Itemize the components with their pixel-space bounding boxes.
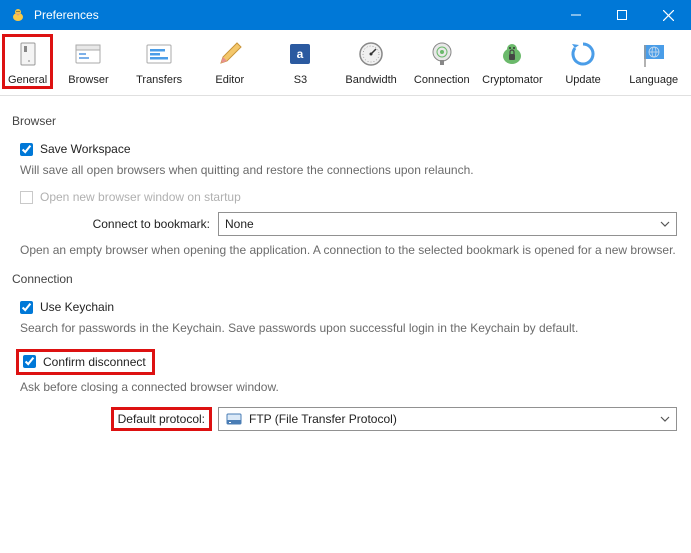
tab-editor[interactable]: Editor [194,34,265,89]
close-button[interactable] [645,0,691,30]
use-keychain-label: Use Keychain [40,300,114,314]
tab-browser[interactable]: Browser [53,34,124,89]
connect-bookmark-select[interactable]: None [218,212,677,236]
tab-update[interactable]: Update [548,34,619,89]
save-workspace-desc: Will save all open browsers when quittin… [20,162,681,178]
tab-label: Update [565,74,600,86]
tab-cryptomator[interactable]: Cryptomator [477,34,548,89]
bandwidth-icon [355,38,387,70]
confirm-disconnect-label: Confirm disconnect [43,355,146,369]
content-area: Browser Save Workspace Will save all ope… [0,96,691,431]
tab-label: General [8,74,47,86]
minimize-button[interactable] [553,0,599,30]
confirm-disconnect-highlight: Confirm disconnect [16,349,155,375]
chevron-down-icon [660,416,670,422]
open-new-browser-checkbox [20,191,33,204]
tab-label: S3 [294,74,307,86]
window-title: Preferences [34,8,553,22]
confirm-disconnect-checkbox[interactable] [23,355,36,368]
tab-s3[interactable]: a S3 [265,34,336,89]
tab-general[interactable]: General [2,34,53,89]
tab-label: Language [629,74,678,86]
svg-text:a: a [297,47,304,61]
transfers-icon [143,38,175,70]
use-keychain-desc: Search for passwords in the Keychain. Sa… [20,320,681,336]
save-workspace-label: Save Workspace [40,142,131,156]
section-browser-heading: Browser [12,114,681,128]
update-icon [567,38,599,70]
tab-label: Transfers [136,74,182,86]
save-workspace-row: Save Workspace [20,142,681,156]
default-protocol-label: Default protocol: [118,412,205,426]
connection-icon [426,38,458,70]
tab-bandwidth[interactable]: Bandwidth [336,34,407,89]
tab-label: Browser [68,74,108,86]
use-keychain-row: Use Keychain [20,300,681,314]
tab-label: Connection [414,74,470,86]
chevron-down-icon [660,221,670,227]
tab-label: Bandwidth [345,74,396,86]
connect-bookmark-desc: Open an empty browser when opening the a… [20,242,681,258]
cryptomator-icon [496,38,528,70]
tab-label: Cryptomator [482,74,543,86]
language-icon [638,38,670,70]
section-connection-heading: Connection [12,272,681,286]
tab-label: Editor [215,74,244,86]
editor-icon [214,38,246,70]
connect-bookmark-row: Connect to bookmark: None [10,212,681,236]
use-keychain-checkbox[interactable] [20,301,33,314]
default-protocol-value: FTP (File Transfer Protocol) [249,412,660,426]
save-workspace-checkbox[interactable] [20,143,33,156]
tab-language[interactable]: Language [618,34,689,89]
titlebar: Preferences [0,0,691,30]
ftp-protocol-icon [225,410,243,428]
default-protocol-row: Default protocol: FTP (File Transfer Pro… [10,407,681,431]
tab-transfers[interactable]: Transfers [124,34,195,89]
default-protocol-highlight: Default protocol: [111,407,212,431]
maximize-button[interactable] [599,0,645,30]
s3-icon: a [284,38,316,70]
tab-connection[interactable]: Connection [406,34,477,89]
general-icon [12,38,44,70]
default-protocol-select[interactable]: FTP (File Transfer Protocol) [218,407,677,431]
browser-icon [72,38,104,70]
app-icon [8,5,28,25]
confirm-disconnect-desc: Ask before closing a connected browser w… [20,379,681,395]
connect-bookmark-value: None [225,217,660,231]
open-new-browser-label: Open new browser window on startup [40,190,241,204]
open-new-browser-row: Open new browser window on startup [20,190,681,204]
connect-bookmark-label: Connect to bookmark: [10,217,218,231]
preferences-toolbar: General Browser Transfers Editor a S3 Ba… [0,30,691,96]
